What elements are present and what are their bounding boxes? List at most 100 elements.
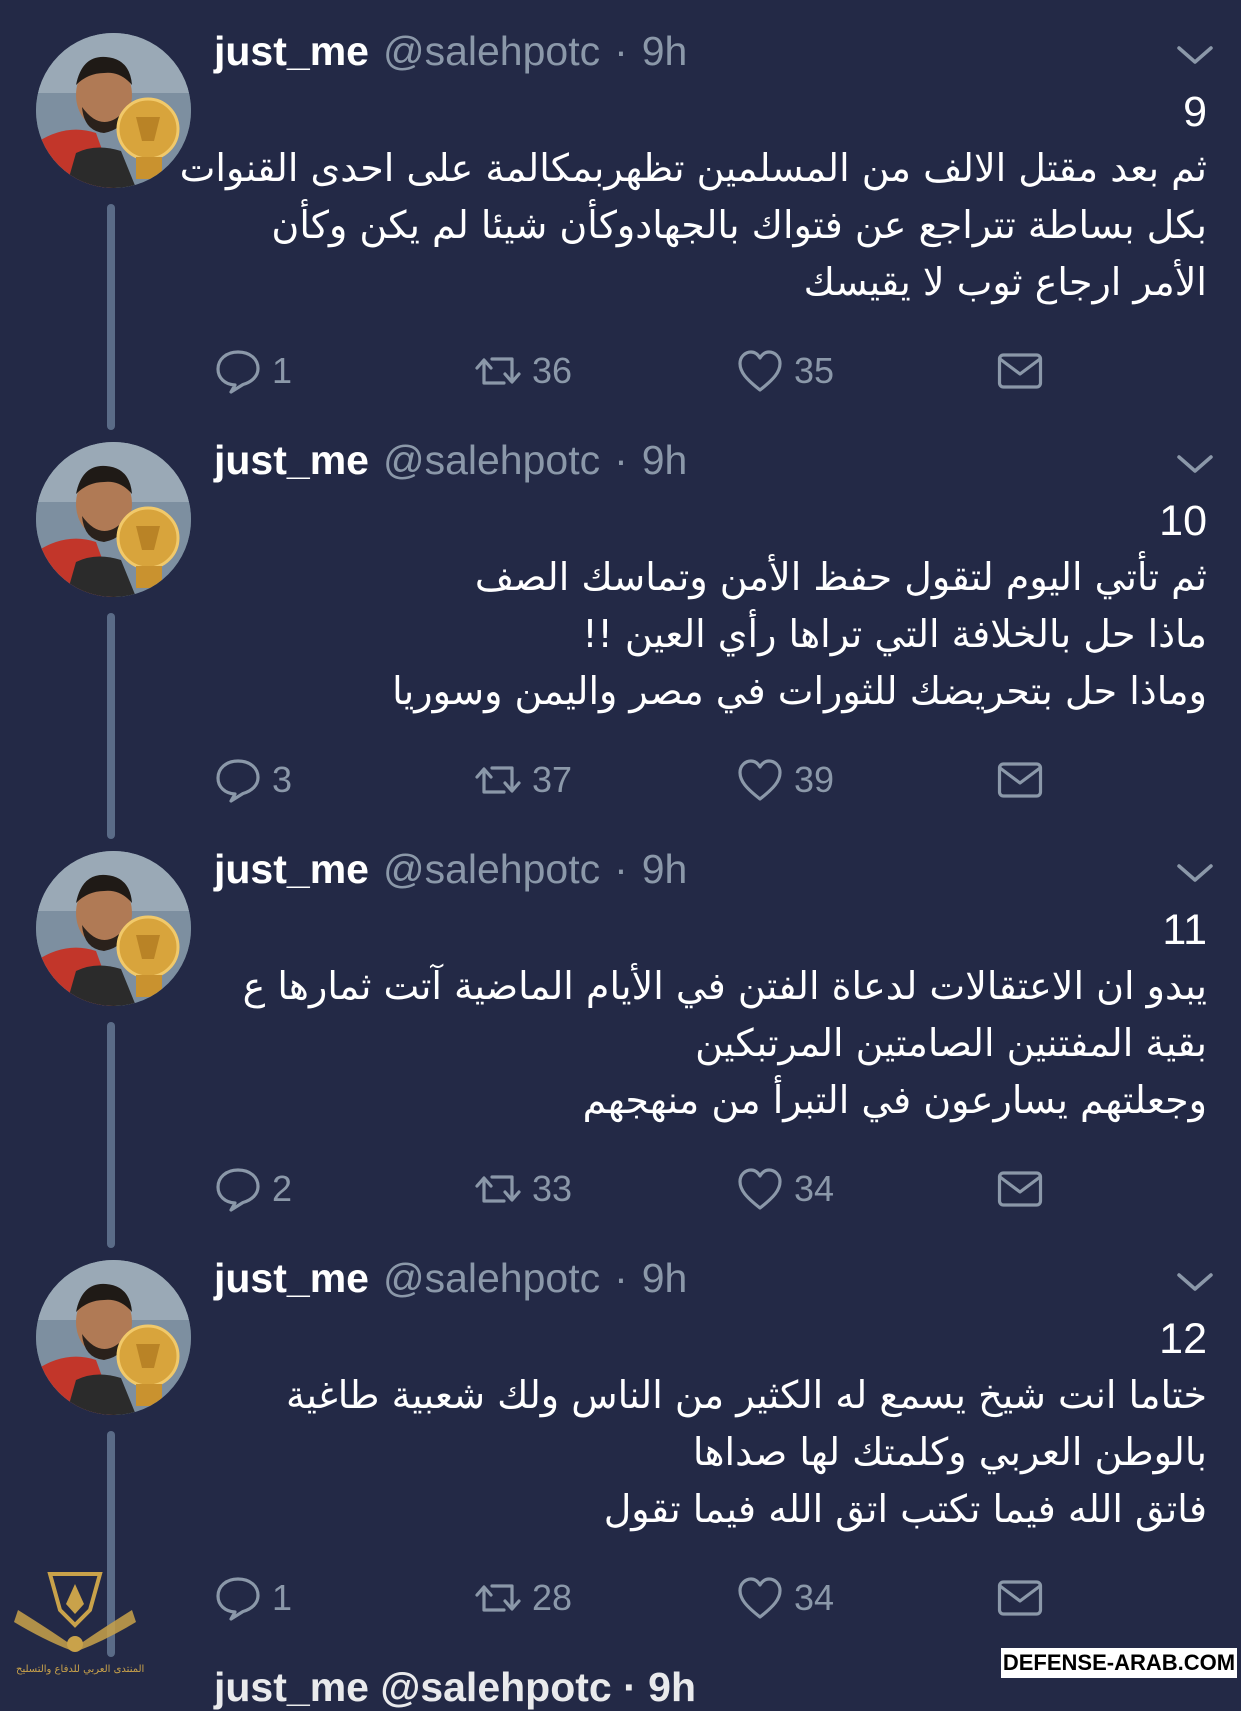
reply-button[interactable]: 1 — [214, 1574, 292, 1622]
thread-number: 12 — [1159, 1315, 1207, 1363]
reply-count: 1 — [272, 350, 293, 391]
heart-icon — [738, 1577, 782, 1619]
envelope-icon — [997, 1171, 1043, 1207]
tweet-menu-button[interactable] — [1174, 1267, 1216, 1297]
tweet-header: just_me @salehpotc · 9h — [214, 1255, 687, 1305]
like-button[interactable]: 39 — [736, 756, 834, 804]
envelope-icon — [997, 353, 1043, 389]
tweet-text-line: بقية المفتنين الصامتين المرتبكين — [695, 1021, 1207, 1065]
display-name[interactable]: just_me — [214, 1255, 369, 1302]
retweet-icon — [475, 1175, 521, 1203]
heart-icon — [738, 1168, 782, 1210]
envelope-icon — [997, 762, 1043, 798]
separator-dot: · — [614, 1255, 628, 1301]
user-handle[interactable]: @salehpotc — [383, 1255, 600, 1302]
reply-button[interactable]: 2 — [214, 1165, 292, 1213]
reply-bubble-icon — [216, 759, 260, 803]
user-handle[interactable]: @salehpotc — [383, 28, 600, 75]
chevron-down-icon — [1177, 864, 1213, 882]
display-name[interactable]: just_me — [214, 28, 369, 75]
retweet-icon — [475, 1584, 521, 1612]
tweet-menu-button[interactable] — [1174, 858, 1216, 888]
thread-number: 11 — [1162, 906, 1207, 954]
chevron-down-icon — [1177, 46, 1213, 64]
tweet-header: just_me @salehpotc · 9h — [214, 28, 687, 78]
timestamp[interactable]: 9h — [642, 846, 688, 893]
tweet-actions: 1 36 35 — [214, 347, 1074, 403]
tweet-text-line: وماذا حل بتحريضك للثورات في مصر واليمن و… — [392, 669, 1207, 713]
timestamp[interactable]: 9h — [642, 1255, 688, 1302]
thread-connector — [107, 613, 115, 839]
thread-connector — [107, 1022, 115, 1248]
avatar[interactable] — [36, 851, 191, 1006]
display-name[interactable]: just_me — [214, 846, 369, 893]
display-name[interactable]: just_me — [214, 437, 369, 484]
tweet-menu-button[interactable] — [1174, 449, 1216, 479]
tweet[interactable]: just_me @salehpotc · 9h 11 يبدو ان الاعت… — [0, 818, 1241, 1248]
retweet-count: 36 — [532, 350, 573, 391]
avatar-photo-icon — [36, 1260, 191, 1415]
separator-dot: · — [614, 28, 628, 74]
retweet-button[interactable]: 28 — [474, 1574, 572, 1622]
tweet[interactable]: just_me @salehpotc · 9h 12 ختاما انت شيخ… — [0, 1227, 1241, 1657]
reply-bubble-icon — [216, 350, 260, 394]
like-button[interactable]: 35 — [736, 347, 834, 395]
tweet[interactable]: just_me @salehpotc · 9h 10 ثم تأتي اليوم… — [0, 409, 1241, 839]
tweet-text-line: بالوطن العربي وكلمتك لها صداها — [692, 1430, 1207, 1474]
user-handle[interactable]: @salehpotc — [383, 437, 600, 484]
tweet-header: just_me @salehpotc · 9h — [214, 437, 687, 487]
like-button[interactable]: 34 — [736, 1165, 834, 1213]
retweet-button[interactable]: 37 — [474, 756, 572, 804]
direct-message-button[interactable] — [996, 1574, 1044, 1622]
avatar-photo-icon — [36, 442, 191, 597]
tweet-text-line: ثم بعد مقتل الالف من المسلمين تظهربمكالم… — [179, 146, 1207, 190]
retweet-count: 33 — [532, 1168, 573, 1209]
tweet-actions: 1 28 34 — [214, 1574, 1074, 1630]
retweet-count: 28 — [532, 1577, 573, 1618]
avatar[interactable] — [36, 442, 191, 597]
timestamp[interactable]: 9h — [642, 437, 688, 484]
thread-number: 9 — [1183, 88, 1207, 136]
next-tweet-header-partial[interactable]: just_me @salehpotc · 9h — [214, 1664, 696, 1711]
reply-button[interactable]: 3 — [214, 756, 292, 804]
tweet-text: يبدو ان الاعتقالات لدعاة الفتن في الأيام… — [217, 958, 1207, 1129]
heart-icon — [738, 350, 782, 392]
reply-count: 2 — [272, 1168, 293, 1209]
tweet-text-line: ثم تأتي اليوم لتقول حفظ الأمن وتماسك الص… — [474, 555, 1207, 599]
chevron-down-icon — [1177, 455, 1213, 473]
direct-message-button[interactable] — [996, 1165, 1044, 1213]
retweet-icon — [475, 766, 521, 794]
tweet-text: ثم تأتي اليوم لتقول حفظ الأمن وتماسك الص… — [217, 549, 1207, 720]
timestamp[interactable]: 9h — [642, 28, 688, 75]
tweet-header: just_me @salehpotc · 9h — [214, 846, 687, 896]
separator-dot: · — [614, 437, 628, 483]
tweet-text: ختاما انت شيخ يسمع له الكثير من الناس ول… — [217, 1367, 1207, 1538]
direct-message-button[interactable] — [996, 756, 1044, 804]
avatar[interactable] — [36, 33, 191, 188]
like-count: 34 — [794, 1168, 835, 1209]
tweet-menu-button[interactable] — [1174, 40, 1216, 70]
like-count: 35 — [794, 350, 835, 391]
user-handle[interactable]: @salehpotc — [383, 846, 600, 893]
like-button[interactable]: 34 — [736, 1574, 834, 1622]
avatar[interactable] — [36, 1260, 191, 1415]
retweet-button[interactable]: 36 — [474, 347, 572, 395]
reply-button[interactable]: 1 — [214, 347, 292, 395]
site-watermark: DEFENSE-ARAB.COM — [1001, 1648, 1237, 1678]
direct-message-button[interactable] — [996, 347, 1044, 395]
tweet-text-line: بكل بساطة تتراجع عن فتواك بالجهادوكأن شي… — [271, 203, 1207, 247]
reply-count: 3 — [272, 759, 293, 800]
retweet-count: 37 — [532, 759, 573, 800]
forum-logo-caption: المنتدى العربي للدفاع والتسليح — [16, 1664, 145, 1675]
tweet-text-line: يبدو ان الاعتقالات لدعاة الفتن في الأيام… — [242, 964, 1207, 1008]
reply-bubble-icon — [216, 1577, 260, 1621]
like-count: 34 — [794, 1577, 835, 1618]
tweet[interactable]: just_me @salehpotc · 9h 9 ثم بعد مقتل ال… — [0, 0, 1241, 430]
retweet-button[interactable]: 33 — [474, 1165, 572, 1213]
like-count: 39 — [794, 759, 835, 800]
avatar-photo-icon — [36, 851, 191, 1006]
tweet-text-line: الأمر ارجاع ثوب لا يقيسك — [803, 260, 1207, 304]
reply-count: 1 — [272, 1577, 293, 1618]
tweet-text-line: ختاما انت شيخ يسمع له الكثير من الناس ول… — [286, 1373, 1207, 1417]
tweet-text-line: وجعلتهم يسارعون في التبرأ من منهجهم — [582, 1078, 1207, 1122]
